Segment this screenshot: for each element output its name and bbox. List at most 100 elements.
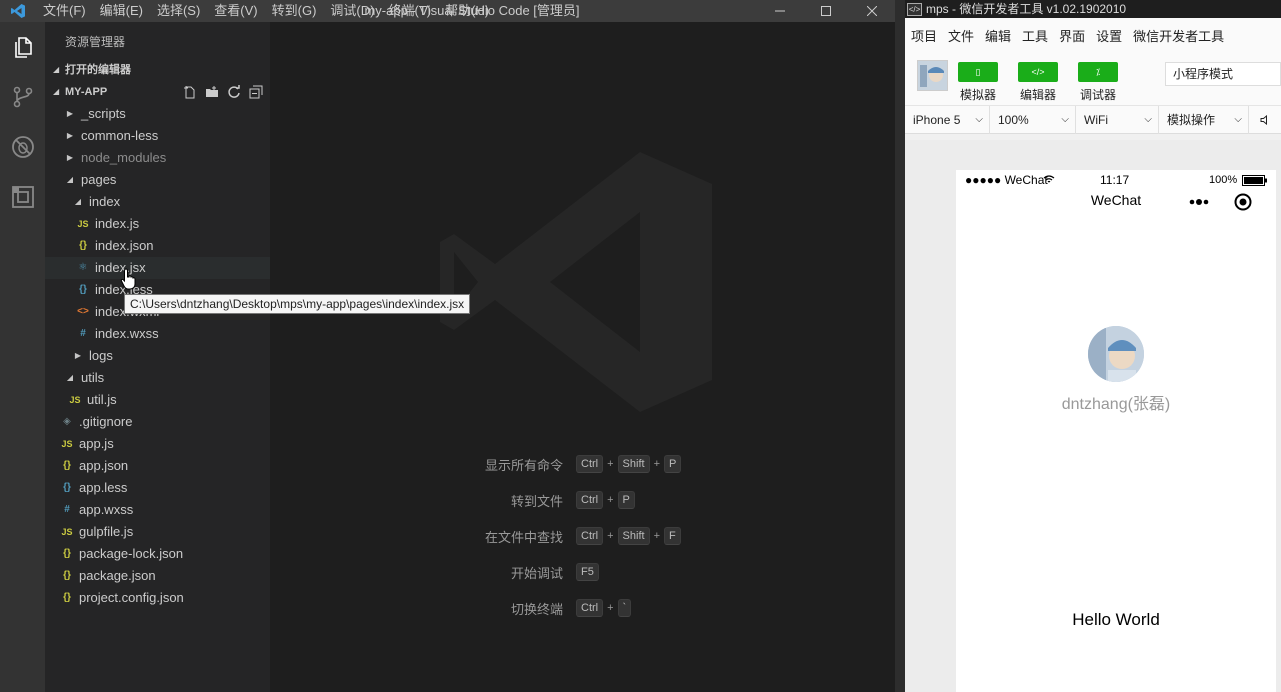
scm-activity[interactable] — [0, 72, 45, 122]
tree-file-app-less[interactable]: {} app.less — [45, 477, 270, 499]
new-file-button[interactable] — [182, 84, 198, 100]
source-control-icon — [13, 86, 32, 108]
shortcut-label: 转到文件 — [510, 493, 563, 509]
new-folder-button[interactable] — [204, 84, 220, 100]
device-select[interactable]: iPhone 5 ⌵ — [905, 105, 990, 134]
close-button[interactable] — [849, 0, 895, 22]
tree-folder-scripts[interactable]: ▶ _scripts — [45, 103, 270, 125]
chevron-right-icon: ▶ — [66, 153, 74, 162]
debug-activity[interactable] — [0, 122, 45, 172]
tree-folder-utils[interactable]: ◢ utils — [45, 367, 270, 389]
shortcut-label: 切换终端 — [510, 601, 563, 617]
avatar-image — [918, 61, 947, 90]
tree-file-index-json[interactable]: {} index.json — [45, 235, 270, 257]
carrier-text: ●●●●● WeChat — [965, 173, 1048, 187]
project-label: MY-APP — [65, 86, 108, 98]
sim-operation-select[interactable]: 模拟操作 ⌵ — [1159, 105, 1249, 134]
menu-edit[interactable]: 编辑(E) — [93, 0, 150, 22]
minimize-button[interactable] — [757, 0, 803, 22]
project-section[interactable]: ◢ MY-APP — [45, 81, 270, 103]
tree-file-index-js[interactable]: JS index.js — [45, 213, 270, 235]
more-icon[interactable] — [1188, 198, 1212, 206]
open-editors-section[interactable]: ◢ 打开的编辑器 — [45, 59, 270, 81]
menu-terminal[interactable]: 终端(T) — [381, 0, 438, 22]
menu-devtools[interactable]: 微信开发者工具 — [1133, 26, 1224, 45]
simulator-tool[interactable]: ▯ 模拟器 — [958, 62, 998, 103]
debugger-tool[interactable]: ⁒ 调试器 — [1078, 62, 1118, 103]
chevron-right-icon: ▶ — [66, 109, 74, 118]
tree-label: package.json — [79, 568, 156, 583]
chevron-down-icon: ◢ — [66, 373, 74, 382]
tree-file-app-js[interactable]: JS app.js — [45, 433, 270, 455]
menu-file[interactable]: 文件 — [948, 26, 974, 45]
menu-debug[interactable]: 调试(D) — [323, 0, 381, 22]
tree-folder-logs[interactable]: ▶ logs — [45, 345, 270, 367]
sim-operation-value: 模拟操作 — [1167, 112, 1216, 127]
debug-icon: ⁒ — [1078, 62, 1118, 82]
menu-tools[interactable]: 工具 — [1022, 26, 1048, 45]
menu-selection[interactable]: 选择(S) — [150, 0, 207, 22]
js-file-icon: JS — [69, 395, 81, 405]
chevron-down-icon: ◢ — [53, 65, 60, 74]
activity-bar — [0, 22, 45, 692]
menu-file[interactable]: 文件(F) — [36, 0, 93, 22]
chevron-down-icon: ⌵ — [975, 113, 983, 125]
editor-tool[interactable]: </> 编辑器 — [1018, 62, 1058, 103]
new-folder-icon — [206, 86, 218, 97]
tree-file-package-json[interactable]: {} package.json — [45, 565, 270, 587]
collapse-all-button[interactable] — [248, 84, 264, 100]
vscode-watermark-icon — [440, 152, 712, 412]
refresh-button[interactable] — [226, 84, 242, 100]
close-icon — [867, 6, 877, 16]
files-icon — [14, 37, 32, 58]
tree-file-index-jsx[interactable]: ⚛ index.jsx — [45, 257, 270, 279]
user-avatar[interactable] — [917, 60, 948, 91]
zoom-select[interactable]: 100% ⌵ — [990, 105, 1076, 134]
tree-folder-common-less[interactable]: ▶ common-less — [45, 125, 270, 147]
shortcut-start-debugging: 开始调试 F5 — [450, 562, 599, 582]
explorer-activity[interactable] — [0, 22, 45, 72]
menu-interface[interactable]: 界面 — [1059, 26, 1085, 45]
key: Ctrl — [576, 455, 604, 473]
network-select[interactable]: WiFi ⌵ — [1076, 105, 1159, 134]
tree-label: index — [89, 194, 121, 209]
phone-nav-bar: WeChat — [956, 190, 1276, 214]
tree-label: project.config.json — [79, 590, 184, 605]
tree-label: logs — [89, 348, 113, 363]
tree-label: app.less — [79, 480, 128, 495]
menu-settings[interactable]: 设置 — [1096, 26, 1122, 45]
tree-label: utils — [81, 370, 105, 385]
tree-label: index.wxss — [95, 326, 159, 341]
react-file-icon: ⚛ — [78, 262, 88, 273]
editor-empty-area[interactable]: 显示所有命令 Ctrl + Shift + P 转到文件 Ctrl + P 在文件中查… — [270, 22, 895, 692]
tree-file-app-json[interactable]: {} app.json — [45, 455, 270, 477]
chevron-right-icon: ▶ — [66, 131, 74, 140]
key: Shift — [617, 455, 650, 473]
tree-file-gitignore[interactable]: ◈ .gitignore — [45, 411, 270, 433]
close-target-icon[interactable] — [1234, 193, 1252, 211]
menu-help[interactable]: 帮助(H) — [438, 0, 496, 22]
tree-folder-index[interactable]: ◢ index — [45, 191, 270, 213]
tree-file-package-lock[interactable]: {} package-lock.json — [45, 543, 270, 565]
tree-file-project-config[interactable]: {} project.config.json — [45, 587, 270, 609]
menu-project[interactable]: 项目 — [911, 26, 937, 45]
menu-go[interactable]: 转到(G) — [265, 0, 324, 22]
menu-view[interactable]: 查看(V) — [207, 0, 264, 22]
tree-file-app-wxss[interactable]: # app.wxss — [45, 499, 270, 521]
menu-edit[interactable]: 编辑 — [985, 26, 1011, 45]
js-file-icon: JS — [77, 219, 89, 229]
tree-file-gulpfile[interactable]: JS gulpfile.js — [45, 521, 270, 543]
tree-file-index-wxss[interactable]: # index.wxss — [45, 323, 270, 345]
tree-file-util-js[interactable]: JS util.js — [45, 389, 270, 411]
chevron-down-icon: ◢ — [66, 175, 74, 184]
tree-folder-pages[interactable]: ◢ pages — [45, 169, 270, 191]
volume-button[interactable] — [1249, 106, 1281, 134]
chevron-down-icon: ◢ — [53, 87, 60, 96]
tree-label: index.json — [95, 238, 154, 253]
mode-select[interactable]: 小程序模式 — [1165, 62, 1281, 86]
tree-folder-node-modules[interactable]: ▶ node_modules — [45, 147, 270, 169]
json-file-icon: {} — [63, 548, 71, 559]
maximize-button[interactable] — [803, 0, 849, 22]
extensions-activity[interactable] — [0, 172, 45, 222]
js-file-icon: JS — [61, 439, 73, 449]
